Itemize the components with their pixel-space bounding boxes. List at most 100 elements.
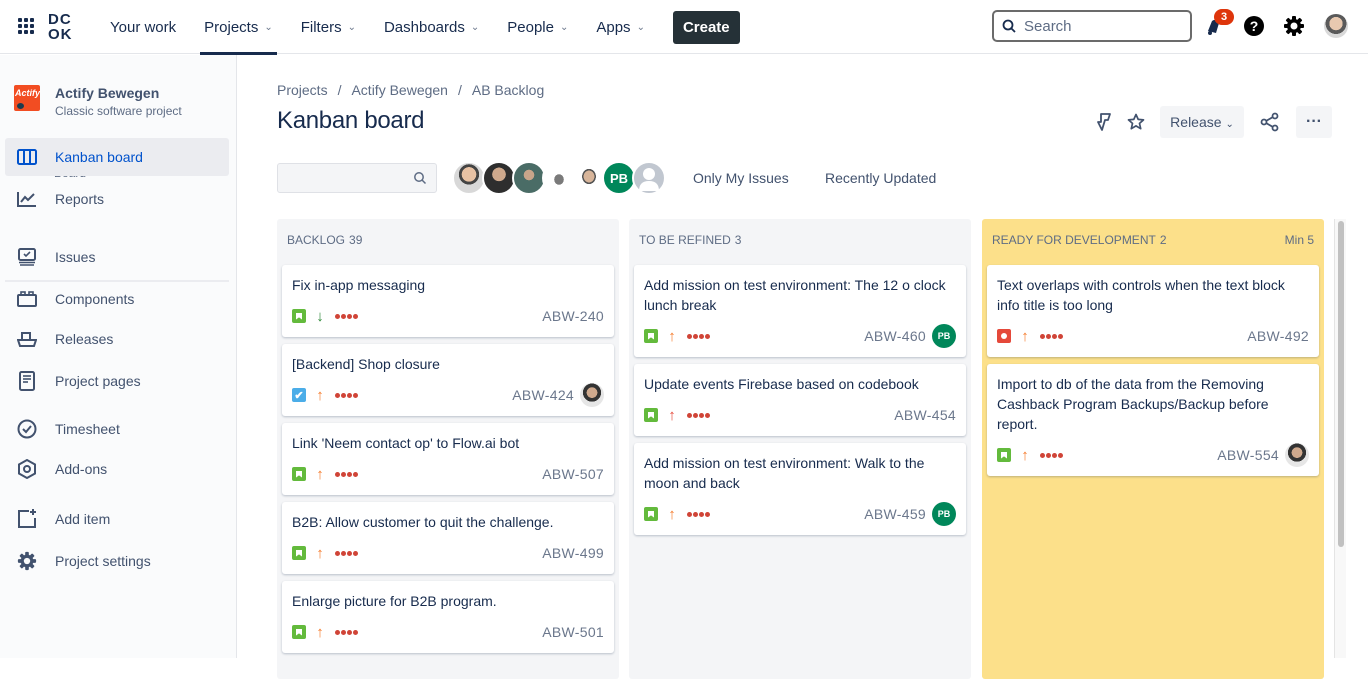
issue-title: [Backend] Shop closure	[292, 356, 440, 372]
assignee-avatar[interactable]	[512, 161, 546, 195]
nav-apps[interactable]: Apps ⌄	[582, 0, 659, 54]
sidebar-item-components[interactable]: Components	[5, 280, 229, 318]
issue-key[interactable]: ABW-460	[864, 328, 926, 344]
breadcrumb-board[interactable]: AB Backlog	[472, 82, 544, 98]
issue-card[interactable]: Update events Firebase based on codebook…	[634, 364, 966, 436]
settings-button[interactable]	[1282, 14, 1306, 38]
create-button[interactable]: Create	[672, 10, 740, 44]
priority-up-icon: ↑	[316, 386, 324, 404]
sidebar-item-project-settings[interactable]: Project settings	[5, 542, 229, 580]
site-logo[interactable]: DC OK	[48, 11, 80, 43]
column-header: READY FOR DEVELOPMENT 2	[992, 233, 1167, 247]
issue-card[interactable]: Link 'Neem contact op' to Flow.ai bot ↑ AB…	[282, 423, 614, 495]
issue-key[interactable]: ABW-459	[864, 506, 926, 522]
estimate-dots-icon	[1040, 452, 1063, 458]
issue-footer: ↑ ABW-459 PB	[644, 502, 956, 526]
nav-label: Filters	[300, 18, 342, 36]
nav-your-work[interactable]: Your work	[96, 0, 190, 54]
column-min-constraint: Min 5	[1284, 233, 1314, 247]
nav-projects[interactable]: Projects ⌄	[190, 0, 287, 55]
global-search[interactable]	[992, 10, 1192, 42]
unassigned-avatar[interactable]	[632, 161, 666, 195]
assignee-avatar-pb[interactable]: PB	[602, 161, 636, 195]
sidebar-item-issues[interactable]: Issues	[5, 238, 229, 276]
board-filter-search[interactable]	[277, 163, 437, 193]
issue-key[interactable]: ABW-507	[542, 466, 604, 482]
issue-footer: ↑ ABW-499	[292, 542, 604, 564]
more-actions-button[interactable]: ···	[1296, 106, 1332, 138]
assignee-avatar[interactable]	[580, 383, 604, 407]
assignee-avatar[interactable]: PB	[932, 324, 956, 348]
sidebar-item-reports[interactable]: Reports	[5, 180, 229, 218]
issue-key[interactable]: ABW-240	[542, 308, 604, 324]
breadcrumb-separator: /	[337, 82, 342, 98]
sidebar-item-releases[interactable]: Releases	[5, 320, 229, 358]
nav-label: Projects	[204, 18, 259, 36]
sidebar-item-label: Reports	[55, 191, 105, 207]
share-button[interactable]	[1260, 112, 1280, 132]
filter-only-my-issues[interactable]: Only My Issues	[693, 170, 789, 186]
issue-key[interactable]: ABW-554	[1217, 447, 1279, 463]
nav-dashboards[interactable]: Dashboards ⌄	[370, 0, 493, 54]
chevron-down-icon: ⌄	[347, 21, 356, 33]
issue-title: Link 'Neem contact op' to Flow.ai bot	[292, 435, 520, 451]
issue-card[interactable]: B2B: Allow customer to quit the challeng…	[282, 502, 614, 574]
project-type: Classic software project	[55, 104, 182, 118]
issue-card[interactable]: Text overlaps with controls when the tex…	[987, 265, 1319, 357]
chevron-down-icon: ⌄	[636, 21, 645, 33]
breadcrumb-project[interactable]: Actify Bewegen	[351, 82, 448, 98]
sidebar-item-add-item[interactable]: Add item	[5, 500, 229, 538]
issue-card[interactable]: Enlarge picture for B2B program. ↑ ABW-501	[282, 581, 614, 653]
issue-key[interactable]: ABW-499	[542, 545, 604, 561]
project-header[interactable]: Actify Actify Bewegen Classic software p…	[14, 85, 182, 118]
issue-key[interactable]: ABW-424	[512, 387, 574, 403]
nav-label: Apps	[596, 18, 631, 36]
assignee-avatar[interactable]	[452, 161, 486, 195]
issue-card[interactable]: Add mission on test environment: Walk to…	[634, 443, 966, 535]
project-logo: Actify	[14, 85, 40, 111]
issues-icon	[16, 246, 38, 268]
assignee-avatar[interactable]	[482, 161, 516, 195]
issue-card[interactable]: Import to db of the data from the Removi…	[987, 364, 1319, 476]
help-button[interactable]: ?	[1242, 14, 1266, 38]
svg-text:?: ?	[1250, 18, 1259, 34]
assignee-avatar[interactable]	[1285, 443, 1309, 467]
issue-key[interactable]: ABW-492	[1247, 328, 1309, 344]
issue-card[interactable]: Fix in-app messaging ↓ ABW-240	[282, 265, 614, 337]
scrollbar-thumb[interactable]	[1338, 221, 1344, 547]
sidebar-item-add-ons[interactable]: Add-ons	[5, 450, 229, 488]
column-name: READY FOR DEVELOPMENT	[992, 233, 1156, 247]
assignee-avatar[interactable]	[572, 161, 606, 195]
gear-icon	[16, 550, 38, 572]
issue-key[interactable]: ABW-454	[894, 407, 956, 423]
app-switcher-icon[interactable]	[18, 18, 34, 34]
primary-nav: Your work Projects ⌄ Filters ⌄ Dashboards ⌄ Peo…	[96, 0, 740, 55]
filter-recently-updated[interactable]: Recently Updated	[825, 170, 936, 186]
nav-people[interactable]: People ⌄	[493, 0, 582, 54]
board-search-input[interactable]	[278, 164, 408, 192]
user-avatar[interactable]	[1324, 14, 1348, 38]
ellipsis-icon: ···	[1306, 113, 1322, 130]
issue-type-story-icon	[292, 546, 306, 560]
issue-card[interactable]: [Backend] Shop closure ✔ ↑ ABW-424	[282, 344, 614, 416]
issue-card[interactable]: Add mission on test environment: The 12 …	[634, 265, 966, 357]
page-title: Kanban board	[277, 107, 425, 134]
automation-button[interactable]	[1094, 112, 1114, 132]
sidebar-item-label: Add-ons	[55, 461, 108, 477]
priority-low-icon: ↓	[316, 307, 324, 325]
assignee-avatar[interactable]	[542, 161, 576, 195]
sidebar-item-kanban-board[interactable]: Kanban board	[5, 138, 229, 176]
assignee-avatar[interactable]: PB	[932, 502, 956, 526]
sidebar-item-timesheet[interactable]: Timesheet	[5, 410, 229, 448]
star-button[interactable]	[1126, 112, 1146, 132]
release-button[interactable]: Release ⌄	[1160, 106, 1244, 138]
sidebar-item-label: Releases	[55, 331, 114, 347]
column-count: 39	[349, 233, 363, 247]
breadcrumb-projects[interactable]: Projects	[277, 82, 328, 98]
search-input[interactable]	[1024, 17, 1174, 35]
vertical-scrollbar[interactable]	[1334, 219, 1346, 658]
sidebar-item-project-pages[interactable]: Project pages	[5, 362, 229, 400]
priority-up-icon: ↑	[668, 327, 676, 345]
nav-filters[interactable]: Filters ⌄	[287, 0, 370, 54]
issue-key[interactable]: ABW-501	[542, 624, 604, 640]
